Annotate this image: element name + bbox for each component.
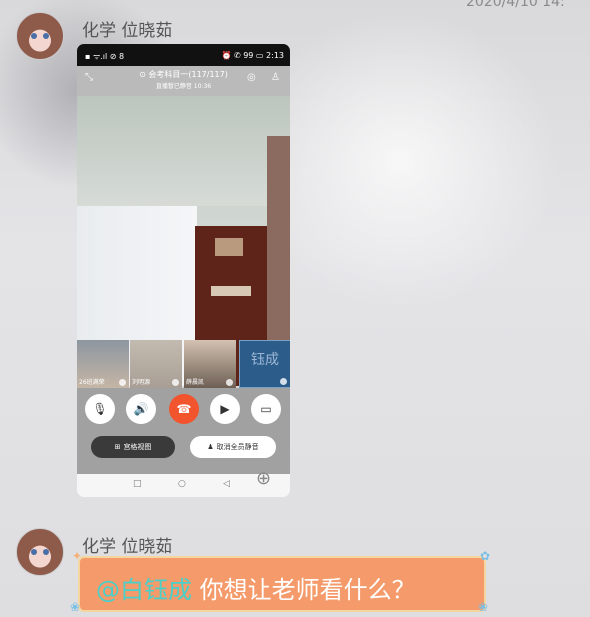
bubble-corner-decoration: ❀ xyxy=(478,600,489,614)
grid-view-button: ⊞ 宫格视图 xyxy=(91,436,175,458)
end-call-button: ☎ xyxy=(169,394,199,424)
screen-share-button: ▭ xyxy=(251,394,281,424)
hang-up-icon: ☎ xyxy=(176,402,192,416)
speaker-button: 🔊 xyxy=(126,394,156,424)
call-subtitle: 直播暂已静音 10:36 xyxy=(155,83,212,90)
unmute-all-button: ♟ 取消全员静音 xyxy=(190,436,276,458)
camera-flip-icon: ◎ xyxy=(247,72,256,83)
mic-muted-icon xyxy=(280,378,287,385)
ceiling xyxy=(77,96,290,206)
home-icon: ○ xyxy=(178,479,186,489)
screenshot-image[interactable]: ▪ ᯤ.ıl ⊘ 8 ⏰ ✆ 99 ▭ 2:13 ⤡ ⊙ 会考科目一(117/1… xyxy=(77,44,290,497)
message-text: @白钰成 你想让老师看什么？ xyxy=(96,570,416,605)
back-icon: ◁ xyxy=(223,479,230,489)
screen-share-icon: ▭ xyxy=(260,402,272,416)
bubble-corner-decoration: ❀ xyxy=(70,600,81,614)
phone-status-bar: ▪ ᯤ.ıl ⊘ 8 ⏰ ✆ 99 ▭ 2:13 xyxy=(77,44,290,66)
sender-name: 化学 位晓茹 xyxy=(82,21,173,41)
participant-tile: 钰成 xyxy=(239,340,290,388)
call-controls: 🎙 🔊 ☎ ▶ ▭ ⊞ 宫格视图 ♟ 取消全员静音 xyxy=(77,388,290,474)
camera-off-button: ▶ xyxy=(210,394,240,424)
participant-strip: 26班满荣 刘明源 薛晨凯 钰成 xyxy=(77,340,290,388)
sender-name: 化学 位晓茹 xyxy=(82,537,173,557)
participant-tile: 刘明源 xyxy=(130,340,182,388)
users-icon: ♟ xyxy=(207,443,214,451)
participant-name: 26班满荣 xyxy=(79,379,105,386)
grid-view-label: 宫格视图 xyxy=(123,443,152,451)
mute-mic-button: 🎙 xyxy=(85,394,115,424)
participant-avatar-text: 钰成 xyxy=(251,352,279,368)
bubble-corner-decoration: ✦ xyxy=(72,549,83,563)
mention-link[interactable]: @白钰成 xyxy=(96,576,192,604)
participant-tile: 薛晨凯 xyxy=(184,340,236,388)
message-bubble[interactable]: @白钰成 你想让老师看什么？ xyxy=(78,556,486,612)
message-timestamp: 2020/4/10 14: xyxy=(466,0,565,10)
call-title: ⊙ 会考科目一(117/117) xyxy=(139,70,228,79)
grid-icon: ⊞ xyxy=(114,443,121,451)
mic-off-icon: 🎙 xyxy=(92,402,108,416)
zoom-in-icon[interactable]: ⊕ xyxy=(256,468,271,489)
participant-name: 刘明源 xyxy=(132,379,151,386)
status-left: ▪ ᯤ.ıl ⊘ 8 xyxy=(85,52,125,61)
camera-off-icon: ▶ xyxy=(220,402,230,416)
recent-apps-icon: □ xyxy=(133,479,142,489)
bubble-corner-decoration: ✿ xyxy=(480,549,491,563)
participant-name: 薛晨凯 xyxy=(186,379,205,386)
avatar[interactable] xyxy=(16,528,64,576)
mic-muted-icon xyxy=(119,379,126,386)
mic-muted-icon xyxy=(226,379,233,386)
unmute-all-label: 取消全员静音 xyxy=(216,443,259,451)
add-member-icon: ♙ xyxy=(271,72,280,83)
call-header: ⤡ ⊙ 会考科目一(117/117) 直播暂已静音 10:36 ◎ ♙ xyxy=(77,66,290,96)
mic-muted-icon xyxy=(172,379,179,386)
avatar[interactable] xyxy=(16,12,64,60)
participant-tile: 26班满荣 xyxy=(77,340,129,388)
speaker-icon: 🔊 xyxy=(133,402,149,416)
status-right: ⏰ ✆ 99 ▭ 2:13 xyxy=(221,51,284,60)
message-body: 你想让老师看什么？ xyxy=(192,576,416,604)
